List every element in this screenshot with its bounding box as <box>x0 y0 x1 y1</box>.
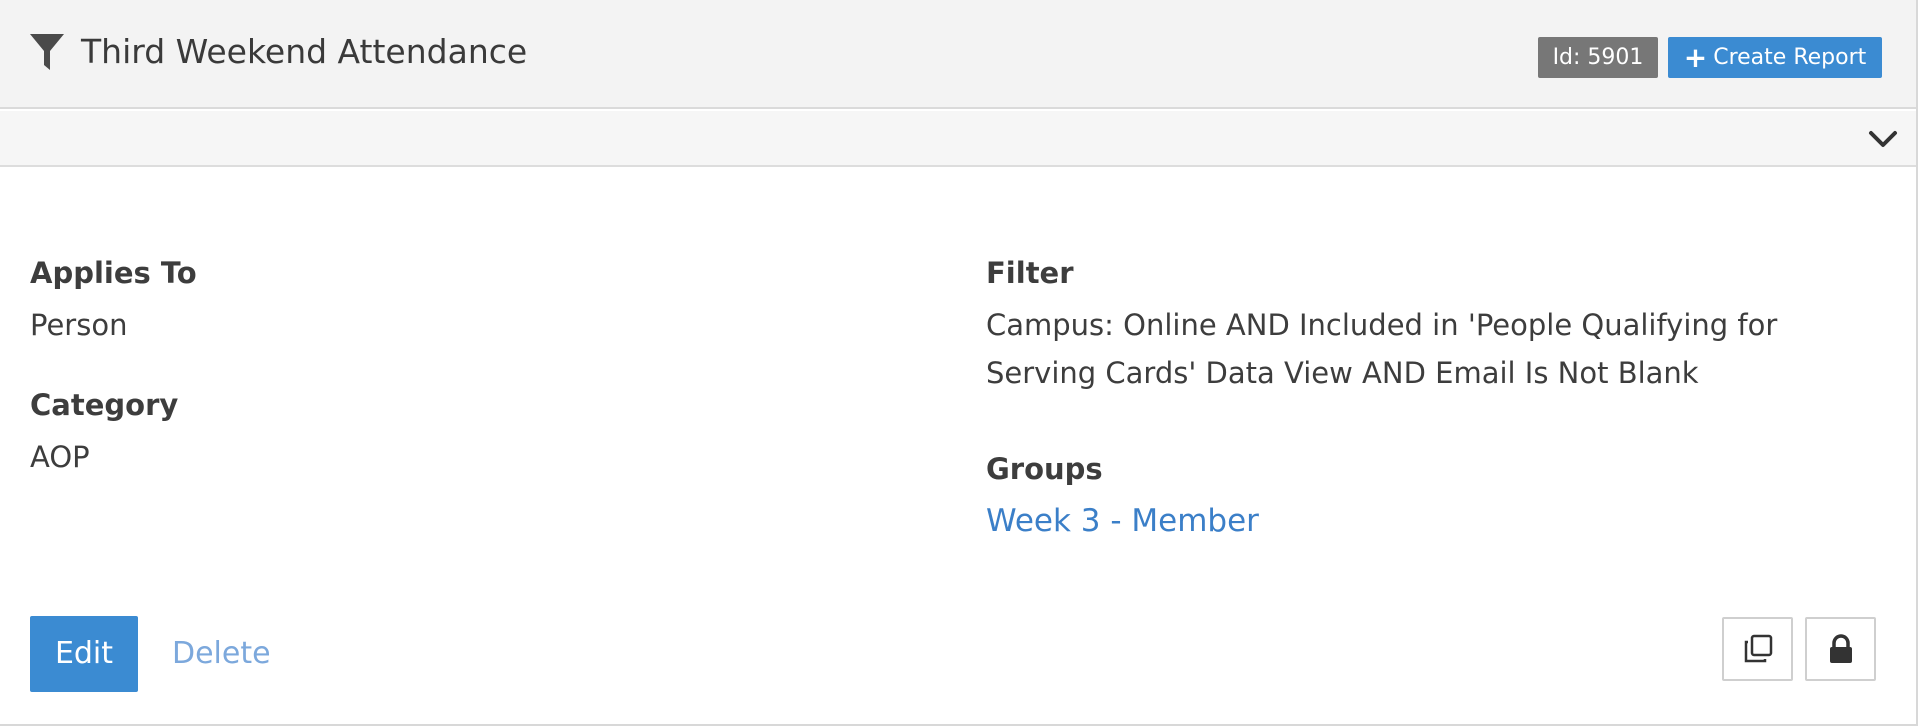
create-report-label: Create Report <box>1713 45 1867 70</box>
panel-drawer <box>0 111 1916 167</box>
category-label: Category <box>30 388 179 422</box>
delete-button[interactable]: Delete <box>172 630 271 678</box>
copy-icon <box>1744 634 1772 663</box>
filter-value-line2: Serving Cards' Data View AND Email Is No… <box>986 356 1699 390</box>
group-link-week-3-member[interactable]: Week 3 - Member <box>986 497 1259 545</box>
groups-label: Groups <box>986 452 1103 486</box>
data-view-panel: Third Weekend Attendance Id: 5901 + Crea… <box>0 0 1918 726</box>
create-report-button[interactable]: + Create Report <box>1668 37 1882 78</box>
page-title: Third Weekend Attendance <box>81 32 528 71</box>
copy-button[interactable] <box>1722 617 1793 681</box>
lock-button[interactable] <box>1805 617 1876 681</box>
plus-icon: + <box>1683 41 1708 74</box>
category-value: AOP <box>30 440 90 474</box>
applies-to-value: Person <box>30 308 128 342</box>
filter-label: Filter <box>986 256 1074 290</box>
lock-icon <box>1829 634 1852 663</box>
edit-button[interactable]: Edit <box>30 616 138 692</box>
panel-header: Third Weekend Attendance Id: 5901 + Crea… <box>0 0 1916 109</box>
filter-icon <box>30 34 64 70</box>
id-badge: Id: 5901 <box>1538 37 1658 78</box>
chevron-down-icon[interactable] <box>1866 125 1900 153</box>
filter-value-line1: Campus: Online AND Included in 'People Q… <box>986 308 1778 342</box>
applies-to-label: Applies To <box>30 256 197 290</box>
